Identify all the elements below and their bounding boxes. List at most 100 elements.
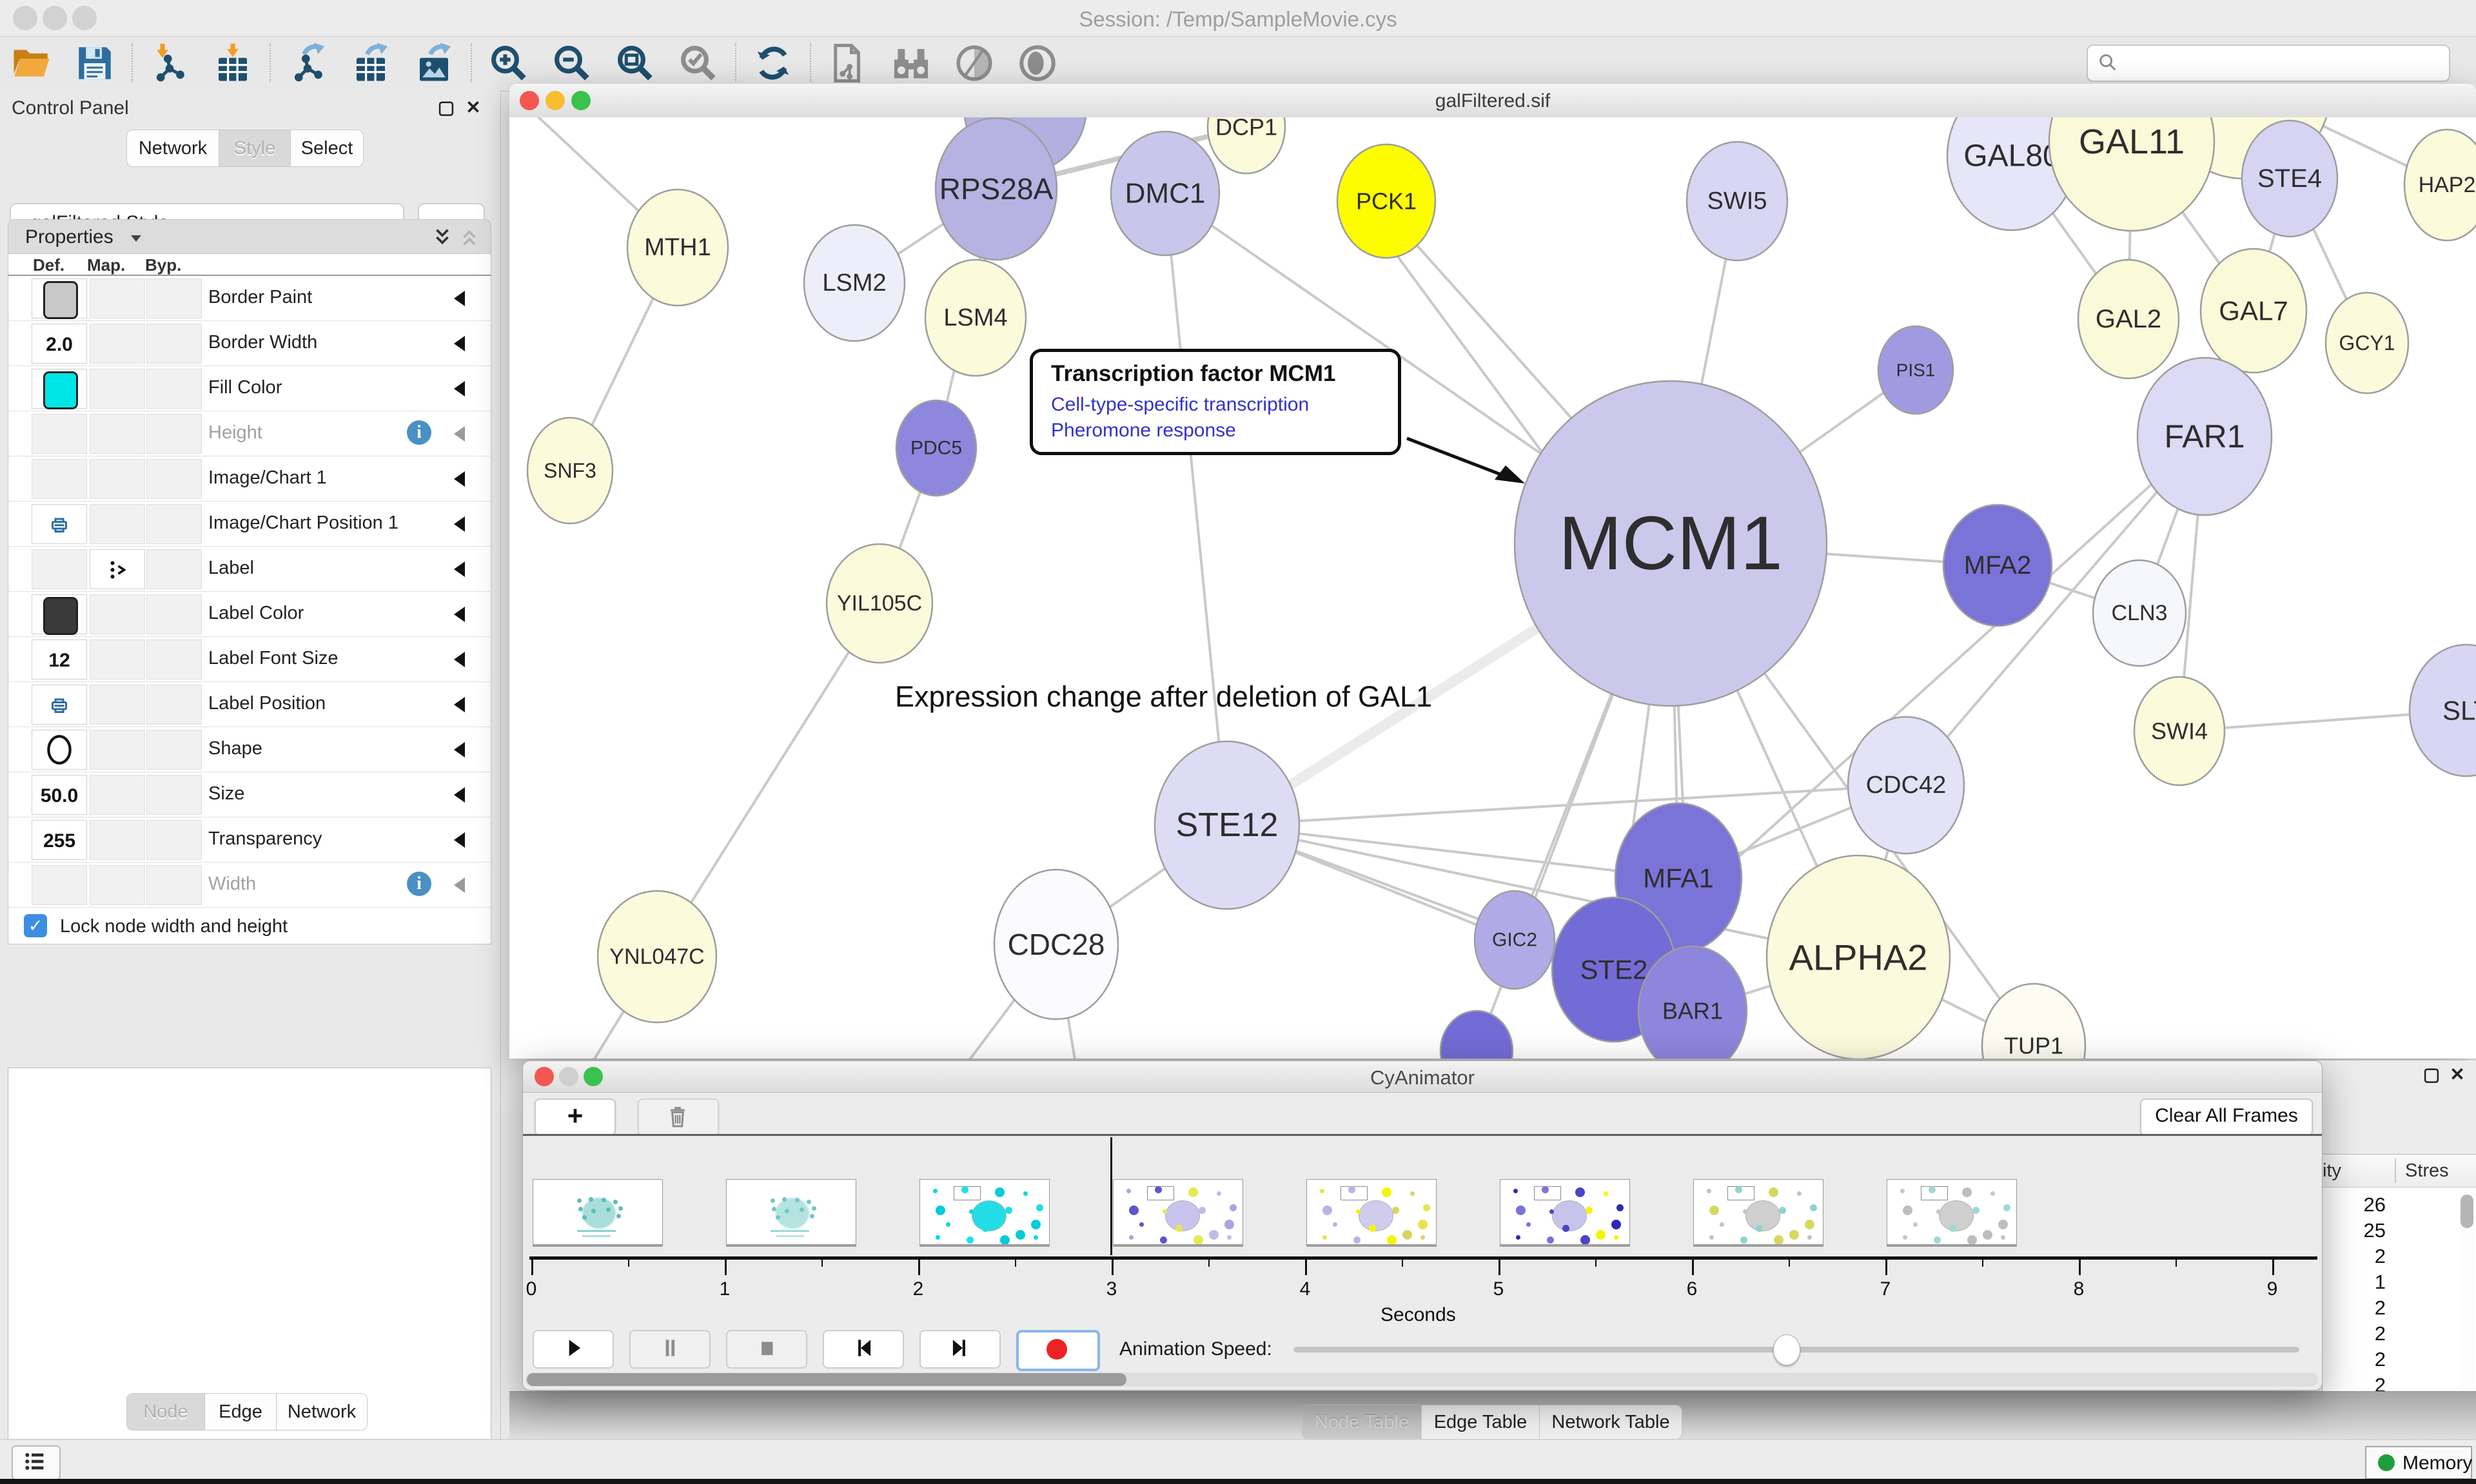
default-cell[interactable]: 255	[32, 820, 87, 860]
skip-end-button[interactable]	[919, 1330, 1001, 1369]
record-button[interactable]	[1016, 1330, 1100, 1371]
expand-row-icon[interactable]	[454, 742, 465, 757]
network-node-pis1[interactable]: PIS1	[1878, 326, 1953, 414]
mapping-cell[interactable]	[90, 594, 145, 634]
table-cell[interactable]: 25	[2341, 1219, 2386, 1242]
network-node-mcm1[interactable]: MCM1	[1515, 381, 1827, 706]
default-cell[interactable]	[32, 865, 87, 905]
skip-start-button[interactable]	[823, 1330, 904, 1369]
property-row-image-chart-1[interactable]: Image/Chart 1	[8, 456, 491, 502]
network-node-gcy1[interactable]: GCY1	[2326, 293, 2408, 393]
node-table-header[interactable]: ity Stres	[2323, 1155, 2476, 1187]
bypass-cell[interactable]	[146, 459, 202, 499]
default-cell[interactable]	[32, 278, 87, 318]
network-node-ynl047c[interactable]: YNL047C	[598, 891, 716, 1022]
table-cell[interactable]: 2	[2341, 1245, 2386, 1268]
export-table-icon[interactable]	[347, 39, 395, 87]
property-row-label-color[interactable]: Label Color	[8, 592, 491, 637]
animation-speed-slider[interactable]	[1293, 1347, 2299, 1352]
timeline-frame-1[interactable]	[726, 1179, 856, 1245]
clear-all-frames-button[interactable]: Clear All Frames	[2140, 1098, 2313, 1136]
network-node-gal11[interactable]: GAL11	[2049, 117, 2214, 231]
expand-row-icon[interactable]	[454, 381, 465, 396]
add-frame-button[interactable]: +	[535, 1098, 616, 1136]
apply-layout-icon[interactable]	[749, 39, 797, 87]
bypass-cell[interactable]	[146, 369, 202, 409]
show-panels-button[interactable]	[12, 1445, 61, 1480]
column-divider[interactable]	[2395, 1158, 2396, 1183]
zoom-in-icon[interactable]	[485, 39, 533, 87]
bypass-cell[interactable]	[146, 775, 202, 815]
expand-row-icon[interactable]	[454, 291, 465, 306]
mapping-cell[interactable]	[90, 459, 145, 499]
tab-edge-table[interactable]: Edge Table	[1422, 1405, 1540, 1440]
network-node-slt2[interactable]: SLT	[2410, 645, 2476, 776]
property-row-shape[interactable]: Shape	[8, 727, 491, 772]
play-button[interactable]	[533, 1330, 614, 1369]
bypass-cell[interactable]	[146, 324, 202, 364]
network-node-swi5[interactable]: SWI5	[1687, 142, 1787, 260]
bypass-cell[interactable]	[146, 278, 202, 318]
timeline-frame-0[interactable]	[533, 1179, 663, 1245]
default-cell[interactable]	[32, 459, 87, 499]
expand-row-icon[interactable]	[454, 561, 465, 577]
mapping-cell[interactable]	[90, 865, 145, 905]
zoom-selected-icon[interactable]	[674, 39, 722, 87]
property-row-width[interactable]: Widthi	[8, 863, 491, 908]
mapping-cell[interactable]	[90, 685, 145, 725]
expand-row-icon[interactable]	[454, 471, 465, 487]
network-node-lsm2[interactable]: LSM2	[804, 225, 905, 341]
default-cell[interactable]	[32, 504, 87, 544]
column-header[interactable]: Stres	[2405, 1160, 2449, 1182]
info-icon[interactable]: i	[407, 872, 431, 896]
float-panel-icon[interactable]: ▢	[2422, 1066, 2441, 1084]
close-panel-icon[interactable]: ✕	[464, 99, 482, 117]
network-node-pck1[interactable]: PCK1	[1337, 144, 1435, 258]
timeline-frame-6[interactable]	[1693, 1179, 1823, 1245]
network-node-cdc28[interactable]: CDC28	[994, 870, 1118, 1019]
bypass-cell[interactable]	[146, 594, 202, 634]
network-node-gal2[interactable]: GAL2	[2078, 260, 2179, 378]
scrollbar-thumb[interactable]	[2461, 1195, 2473, 1228]
expand-row-icon[interactable]	[454, 426, 465, 442]
default-cell[interactable]	[32, 730, 87, 770]
network-graph[interactable]: DCP1GAL80GAL11STE4HAP2RPS28ADMC1PCK1SWI5…	[509, 117, 2476, 1059]
table-cell[interactable]: 2	[2341, 1348, 2386, 1371]
property-row-image-chart-position-1[interactable]: Image/Chart Position 1	[8, 502, 491, 547]
default-cell[interactable]	[32, 685, 87, 725]
tab-network[interactable]: Network	[277, 1393, 368, 1430]
mapping-cell[interactable]	[90, 504, 145, 544]
network-node-far1[interactable]: FAR1	[2137, 358, 2272, 515]
timeline-hscrollbar[interactable]	[526, 1372, 2318, 1387]
mapping-cell[interactable]	[90, 324, 145, 364]
open-session-icon[interactable]	[8, 39, 55, 87]
mapping-cell[interactable]	[90, 549, 145, 589]
default-cell[interactable]	[32, 369, 87, 409]
tab-style[interactable]: Style	[219, 130, 291, 167]
table-cell[interactable]: 2	[2341, 1322, 2386, 1345]
expand-row-icon[interactable]	[454, 697, 465, 712]
zoom-fit-icon[interactable]	[611, 39, 659, 87]
scrollbar-thumb[interactable]	[527, 1373, 1126, 1386]
property-row-fill-color[interactable]: Fill Color	[8, 366, 491, 411]
table-cell[interactable]: 26	[2341, 1193, 2386, 1216]
network-node-snf3[interactable]: SNF3	[527, 418, 613, 523]
pause-button[interactable]	[629, 1330, 711, 1369]
property-row-border-paint[interactable]: Border Paint	[8, 276, 491, 321]
import-table-icon[interactable]	[209, 39, 257, 87]
float-panel-icon[interactable]: ▢	[437, 99, 455, 117]
bypass-cell[interactable]	[146, 639, 202, 679]
properties-header[interactable]: Properties	[8, 219, 491, 254]
annotation-box[interactable]: Transcription factor MCM1 Cell-type-spec…	[1030, 349, 1401, 455]
property-row-label-font-size[interactable]: 12Label Font Size	[8, 637, 491, 682]
expand-row-icon[interactable]	[454, 652, 465, 667]
tab-node-table[interactable]: Node Table	[1302, 1405, 1422, 1440]
collapse-all-icon[interactable]	[458, 226, 480, 248]
network-edge[interactable]	[1165, 193, 1227, 825]
bypass-cell[interactable]	[146, 504, 202, 544]
bypass-cell[interactable]	[146, 685, 202, 725]
expand-row-icon[interactable]	[454, 336, 465, 351]
bypass-cell[interactable]	[146, 865, 202, 905]
network-node-pdc5[interactable]: PDC5	[896, 400, 976, 496]
property-row-size[interactable]: 50.0Size	[8, 772, 491, 817]
